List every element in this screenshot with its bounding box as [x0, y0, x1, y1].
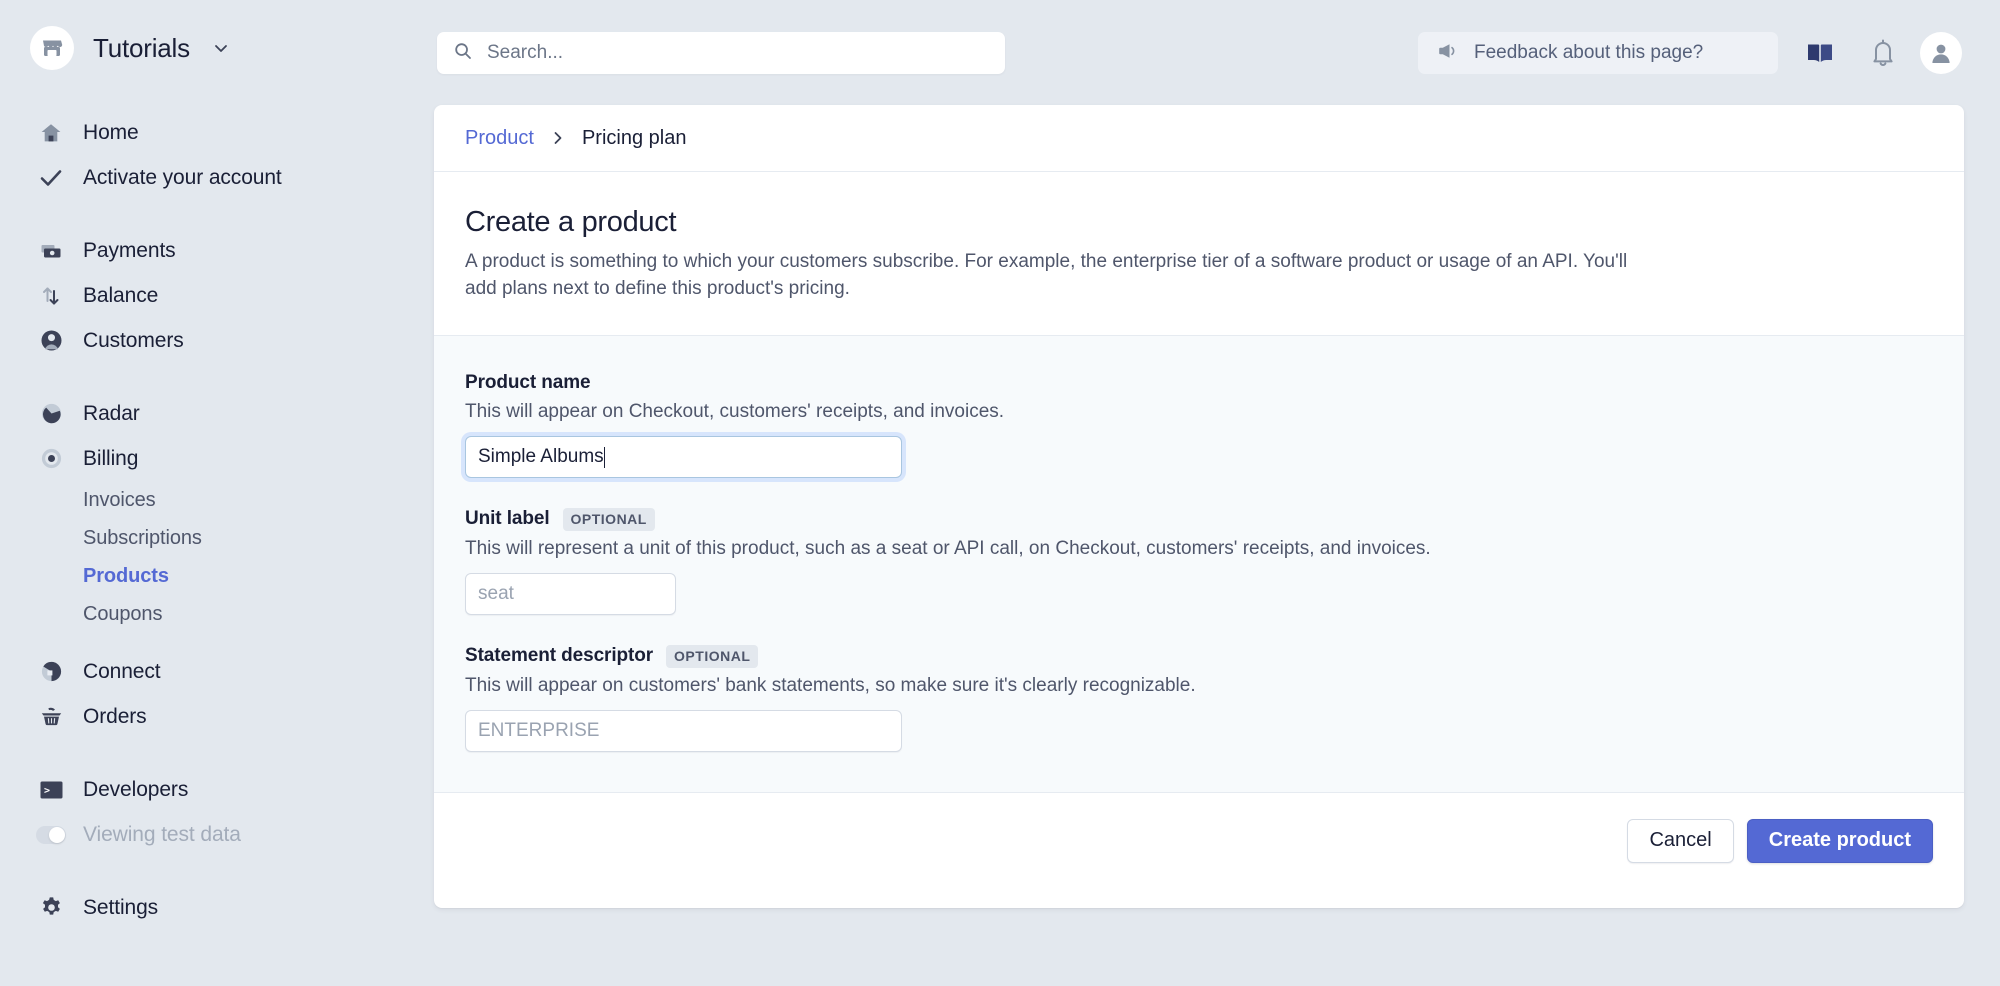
- book-icon[interactable]: [1805, 38, 1835, 73]
- chevron-right-icon: [550, 130, 566, 146]
- sidebar-item-balance[interactable]: Balance: [0, 273, 430, 318]
- check-icon: [36, 163, 66, 193]
- home-icon: [36, 118, 66, 148]
- brand-name: Tutorials: [93, 32, 190, 63]
- brand-switcher[interactable]: Tutorials: [30, 26, 231, 70]
- sidebar-item-payments[interactable]: Payments: [0, 228, 430, 273]
- top-bar: Tutorials Feedback about this page?: [0, 0, 2000, 82]
- sidebar-item-radar[interactable]: Radar: [0, 391, 430, 436]
- test-mode-toggle-track[interactable]: [36, 825, 66, 844]
- card-header: Create a product A product is something …: [434, 172, 1964, 336]
- field-label: Unit label: [465, 508, 550, 530]
- radar-icon: [36, 399, 66, 429]
- product-name-input[interactable]: [465, 435, 902, 478]
- search-box[interactable]: [437, 32, 1005, 74]
- sidebar-item-label: Settings: [83, 895, 159, 919]
- balance-arrows-icon: [36, 281, 66, 311]
- sidebar-item-activate-your-account[interactable]: Activate your account: [0, 155, 430, 200]
- sidebar-item-orders[interactable]: Orders: [0, 694, 430, 739]
- toggle-switch-icon[interactable]: [36, 820, 66, 850]
- card-footer: Cancel Create product: [434, 791, 1964, 889]
- sidebar-item-label: Payments: [83, 238, 176, 262]
- sidebar-item-developers[interactable]: > Developers: [0, 767, 430, 812]
- customers-icon: [36, 326, 66, 356]
- sidebar-item-invoices[interactable]: Invoices: [0, 481, 430, 519]
- sidebar-item-label: Coupons: [83, 602, 163, 625]
- sidebar-item-label: Products: [83, 564, 169, 587]
- feedback-button[interactable]: Feedback about this page?: [1418, 32, 1778, 74]
- search-icon: [453, 41, 473, 66]
- breadcrumb-current: Pricing plan: [581, 126, 687, 149]
- terminal-icon: >: [36, 775, 66, 805]
- sidebar-divider-spacer: [0, 857, 430, 885]
- gear-icon: [36, 893, 66, 923]
- sidebar-item-label: Subscriptions: [83, 526, 202, 549]
- connect-icon: [36, 657, 66, 687]
- sidebar-item-label: Billing: [83, 446, 139, 470]
- sidebar-item-label: Radar: [83, 401, 140, 425]
- field-help-text: This will appear on Checkout, customers'…: [465, 400, 1005, 422]
- test-mode-toggle-knob: [49, 826, 65, 843]
- search-input[interactable]: [487, 42, 967, 64]
- field-label-row: Statement descriptor OPTIONAL: [465, 644, 1933, 668]
- sidebar-item-label: Invoices: [83, 488, 156, 511]
- avatar[interactable]: [1920, 32, 1962, 74]
- statement-descriptor-input[interactable]: [465, 709, 902, 752]
- field-label-row: Product name: [465, 372, 1933, 394]
- megaphone-icon: [1436, 40, 1458, 67]
- optional-badge: OPTIONAL: [666, 644, 759, 668]
- sidebar-item-connect[interactable]: Connect: [0, 649, 430, 694]
- billing-icon: [36, 444, 66, 474]
- unit-label-input[interactable]: [465, 572, 676, 615]
- sidebar-item-coupons[interactable]: Coupons: [0, 595, 430, 633]
- sidebar-divider-spacer: [0, 363, 430, 391]
- bell-icon[interactable]: [1868, 36, 1898, 73]
- sidebar-item-billing[interactable]: Billing: [0, 436, 430, 481]
- text-caret: [603, 446, 606, 468]
- field-label: Product name: [465, 371, 591, 393]
- storefront-icon: [30, 26, 74, 70]
- sidebar-item-label: Connect: [83, 659, 161, 683]
- create-product-button[interactable]: Create product: [1746, 818, 1933, 863]
- sidebar-item-customers[interactable]: Customers: [0, 318, 430, 363]
- optional-badge: OPTIONAL: [562, 507, 655, 531]
- field-help-text: This will represent a unit of this produ…: [465, 537, 1431, 559]
- sidebar-item-label: Developers: [83, 777, 189, 801]
- sidebar-item-label: Home: [83, 120, 139, 144]
- sidebar-item-home[interactable]: Home: [0, 110, 430, 155]
- sidebar-item-products[interactable]: Products: [0, 557, 430, 595]
- sidebar-item-viewing-test-data[interactable]: Viewing test data: [0, 812, 430, 857]
- orders-basket-icon: [36, 702, 66, 732]
- breadcrumb-link-product[interactable]: Product: [465, 127, 534, 150]
- sidebar-divider-spacer: [0, 200, 430, 228]
- field-label-row: Unit label OPTIONAL: [465, 507, 1933, 531]
- feedback-label: Feedback about this page?: [1474, 42, 1704, 63]
- sidebar-item-label: Balance: [83, 283, 159, 307]
- sidebar-item-subscriptions[interactable]: Subscriptions: [0, 519, 430, 557]
- product-form: Product name This will appear on Checkou…: [434, 335, 1964, 792]
- sidebar-item-label: Activate your account: [83, 165, 282, 189]
- sidebar-item-settings[interactable]: Settings: [0, 885, 430, 930]
- chevron-down-icon[interactable]: [211, 38, 231, 58]
- field-label: Statement descriptor: [465, 645, 654, 667]
- create-product-card: Product Pricing plan Create a product A …: [434, 105, 1964, 908]
- field-unit-label: Unit label OPTIONAL This will represent …: [465, 507, 1933, 615]
- sidebar: Home Activate your account Payments Bala…: [0, 82, 430, 986]
- field-product-name: Product name This will appear on Checkou…: [465, 372, 1933, 478]
- field-help-text: This will appear on customers' bank stat…: [465, 674, 1196, 696]
- breadcrumb: Product Pricing plan: [434, 105, 1964, 172]
- sidebar-item-label: Orders: [83, 704, 147, 728]
- svg-text:>: >: [44, 785, 50, 796]
- sidebar-item-label: Viewing test data: [83, 822, 241, 846]
- payments-icon: [36, 236, 66, 266]
- sidebar-item-label: Customers: [83, 328, 184, 352]
- page-title: Create a product: [465, 206, 677, 238]
- sidebar-divider-spacer: [0, 739, 430, 767]
- page-description: A product is something to which your cus…: [465, 251, 1628, 299]
- cancel-button[interactable]: Cancel: [1627, 818, 1734, 863]
- sidebar-divider-spacer: [0, 633, 430, 649]
- field-statement-descriptor: Statement descriptor OPTIONAL This will …: [465, 644, 1933, 752]
